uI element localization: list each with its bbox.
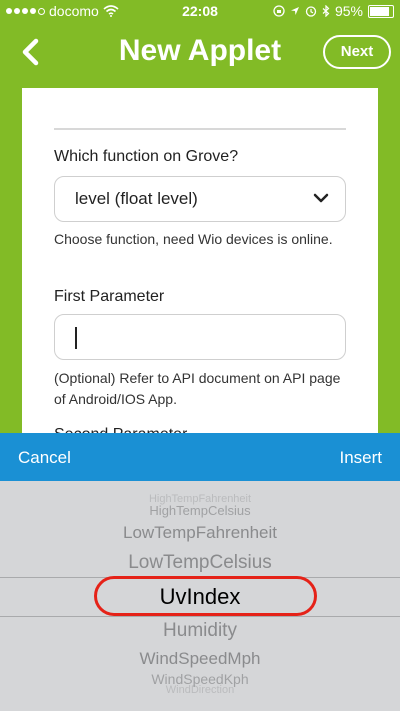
alarm-icon <box>305 6 317 17</box>
nav-bar: New Applet Next <box>0 22 400 80</box>
picker-item[interactable]: HighTempCelsius <box>0 503 400 518</box>
location-icon <box>290 7 299 15</box>
picker-item[interactable]: WindSpeedMph <box>0 649 400 669</box>
first-parameter-input[interactable] <box>54 314 346 360</box>
selection-highlight <box>94 576 317 616</box>
battery-icon <box>368 4 394 18</box>
text-caret <box>75 327 77 349</box>
battery-percent: 95% <box>334 3 363 19</box>
picker-item[interactable]: LowTempCelsius <box>0 552 400 574</box>
applet-form-card: Which function on Grove? level (float le… <box>22 88 378 448</box>
status-right: 95% <box>273 3 394 19</box>
next-button[interactable]: Next <box>323 35 391 69</box>
function-select[interactable]: level (float level) <box>54 176 346 222</box>
picker-item[interactable]: Humidity <box>0 620 400 642</box>
insert-button[interactable]: Insert <box>339 448 382 468</box>
bluetooth-icon <box>322 5 330 17</box>
picker-wheel[interactable]: HighTempFahrenheit HighTempCelsius LowTe… <box>0 481 400 711</box>
function-label: Which function on Grove? <box>54 148 239 165</box>
picker-item[interactable]: LowTempFahrenheit <box>0 523 400 543</box>
status-bar: docomo 22:08 95% <box>0 0 400 22</box>
function-help-text: Choose function, need Wio devices is onl… <box>54 231 333 247</box>
section-divider <box>54 128 346 130</box>
function-select-value: level (float level) <box>75 189 198 208</box>
battery-fill <box>370 6 389 16</box>
picker-item[interactable]: WindDirection <box>0 684 400 696</box>
selection-line-bottom <box>0 616 400 617</box>
app-screen: docomo 22:08 95% New Applet Next Which f… <box>0 0 400 711</box>
rotation-lock-icon <box>273 5 285 17</box>
first-parameter-label: First Parameter <box>54 288 165 305</box>
picker-toolbar: Cancel Insert <box>0 433 400 481</box>
cancel-button[interactable]: Cancel <box>18 448 71 468</box>
first-parameter-help-text: (Optional) Refer to API document on API … <box>54 370 341 407</box>
chevron-down-icon <box>313 193 329 203</box>
